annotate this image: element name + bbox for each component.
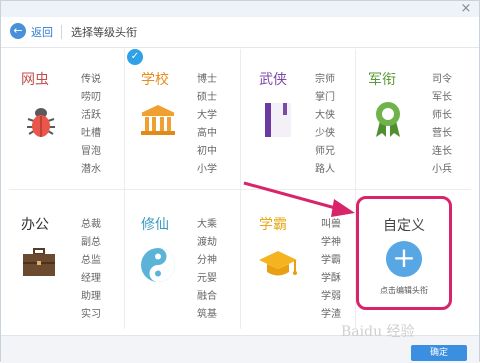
rank-item[interactable]: 传说 — [81, 71, 101, 89]
rank-item[interactable]: 营长 — [432, 125, 452, 143]
rank-item[interactable]: 学渣 — [321, 306, 341, 324]
rank-item[interactable]: 学霸 — [321, 252, 341, 270]
rank-item[interactable]: 总监 — [81, 252, 101, 270]
rank-item[interactable]: 副总 — [81, 234, 101, 252]
plus-icon[interactable]: + — [386, 241, 422, 277]
rank-list: 总裁 副总 总监 经理 助理 实习 — [81, 216, 101, 324]
category-name: 武侠 — [259, 72, 287, 88]
rank-item[interactable]: 师兄 — [315, 143, 335, 161]
category-card-bangong[interactable]: 办公 总裁 副总 总监 经理 助理 实习 — [9, 190, 124, 329]
close-icon[interactable]: × — [459, 2, 473, 16]
rank-item[interactable]: 小学 — [197, 161, 217, 179]
rank-item[interactable]: 连长 — [432, 143, 452, 161]
rank-item[interactable]: 学酥 — [321, 270, 341, 288]
rank-list: 叫兽 学神 学霸 学酥 学弱 学渣 — [321, 216, 341, 324]
header-divider — [61, 25, 62, 39]
category-card-xiuxian[interactable]: 修仙 大乘 渡劫 分神 元婴 融合 筑基 — [125, 190, 240, 329]
rank-item[interactable]: 叫兽 — [321, 216, 341, 234]
watermark: Baidu 经验 — [341, 324, 415, 340]
rank-item[interactable]: 掌门 — [315, 89, 335, 107]
rank-item[interactable]: 实习 — [81, 306, 101, 324]
category-name: 学霸 — [259, 217, 287, 233]
rank-item[interactable]: 融合 — [197, 288, 217, 306]
rank-item[interactable]: 吐槽 — [81, 125, 101, 143]
back-arrow-icon[interactable]: ← — [10, 23, 26, 39]
rank-list: 博士 硕士 大学 高中 初中 小学 — [197, 71, 217, 179]
custom-title-label: 自定义 — [383, 218, 425, 234]
rank-item[interactable]: 高中 — [197, 125, 217, 143]
category-name: 学校 — [141, 72, 169, 88]
window-topbar: × — [1, 1, 479, 17]
rank-list: 传说 唠叨 活跃 吐槽 冒泡 潜水 — [81, 71, 101, 179]
rank-item[interactable]: 渡劫 — [197, 234, 217, 252]
title-picker-dialog: × ← 返回 选择等级头衔 网虫 ✓ 传说 唠叨 活跃 吐槽 冒泡 潜水 学校 … — [0, 0, 480, 363]
rank-item[interactable]: 唠叨 — [81, 89, 101, 107]
rank-item[interactable]: 少侠 — [315, 125, 335, 143]
category-card-xueba[interactable]: 学霸 叫兽 学神 学霸 学酥 学弱 学渣 — [241, 190, 355, 329]
rank-item[interactable]: 路人 — [315, 161, 335, 179]
category-card-wuxia[interactable]: 武侠 宗师 掌门 大侠 少侠 师兄 路人 — [241, 49, 355, 189]
rank-item[interactable]: 大乘 — [197, 216, 217, 234]
rank-item[interactable]: 元婴 — [197, 270, 217, 288]
rank-item[interactable]: 小兵 — [432, 161, 452, 179]
rank-item[interactable]: 分神 — [197, 252, 217, 270]
back-button[interactable]: 返回 — [31, 24, 53, 40]
rank-list: 大乘 渡劫 分神 元婴 融合 筑基 — [197, 216, 217, 324]
rank-item[interactable]: 潜水 — [81, 161, 101, 179]
ok-button[interactable]: 确定 — [411, 345, 467, 361]
briefcase-icon — [23, 248, 55, 276]
rank-item[interactable]: 经理 — [81, 270, 101, 288]
page-title: 选择等级头衔 — [71, 26, 137, 39]
rank-list: 宗师 掌门 大侠 少侠 师兄 路人 — [315, 71, 335, 179]
rank-item[interactable]: 学弱 — [321, 288, 341, 306]
taiji-icon — [141, 248, 175, 282]
rank-item[interactable]: 司令 — [432, 71, 452, 89]
rank-item[interactable]: 博士 — [197, 71, 217, 89]
school-icon — [141, 105, 175, 135]
category-name: 网虫 — [21, 72, 49, 88]
rank-item[interactable]: 硕士 — [197, 89, 217, 107]
custom-title-card[interactable]: 自定义 + 点击编辑头衔 — [356, 196, 452, 310]
dialog-header: ← 返回 选择等级头衔 — [1, 17, 479, 48]
category-card-xuexiao[interactable]: 学校 博士 硕士 大学 高中 初中 小学 — [125, 49, 240, 189]
book-icon — [265, 103, 291, 137]
graduation-cap-icon — [259, 251, 297, 276]
rank-item[interactable]: 宗师 — [315, 71, 335, 89]
rank-item[interactable]: 学神 — [321, 234, 341, 252]
rank-item[interactable]: 初中 — [197, 143, 217, 161]
rank-item[interactable]: 大侠 — [315, 107, 335, 125]
category-card-junxian[interactable]: 军衔 司令 军长 师长 营长 连长 小兵 — [356, 49, 471, 189]
rank-item[interactable]: 活跃 — [81, 107, 101, 125]
bug-icon — [27, 108, 55, 137]
category-name: 军衔 — [368, 72, 396, 88]
rank-item[interactable]: 军长 — [432, 89, 452, 107]
rank-item[interactable]: 师长 — [432, 107, 452, 125]
category-name: 修仙 — [141, 217, 169, 233]
rank-item[interactable]: 总裁 — [81, 216, 101, 234]
rank-item[interactable]: 助理 — [81, 288, 101, 306]
rank-item[interactable]: 大学 — [197, 107, 217, 125]
custom-title-hint: 点击编辑头衔 — [380, 286, 428, 295]
rank-item[interactable]: 冒泡 — [81, 143, 101, 161]
rank-list: 司令 军长 师长 营长 连长 小兵 — [432, 71, 452, 179]
category-card-wangchong[interactable]: 网虫 ✓ 传说 唠叨 活跃 吐槽 冒泡 潜水 — [9, 49, 143, 189]
rank-item[interactable]: 筑基 — [197, 306, 217, 324]
category-name: 办公 — [21, 217, 49, 233]
medal-icon — [376, 102, 400, 137]
